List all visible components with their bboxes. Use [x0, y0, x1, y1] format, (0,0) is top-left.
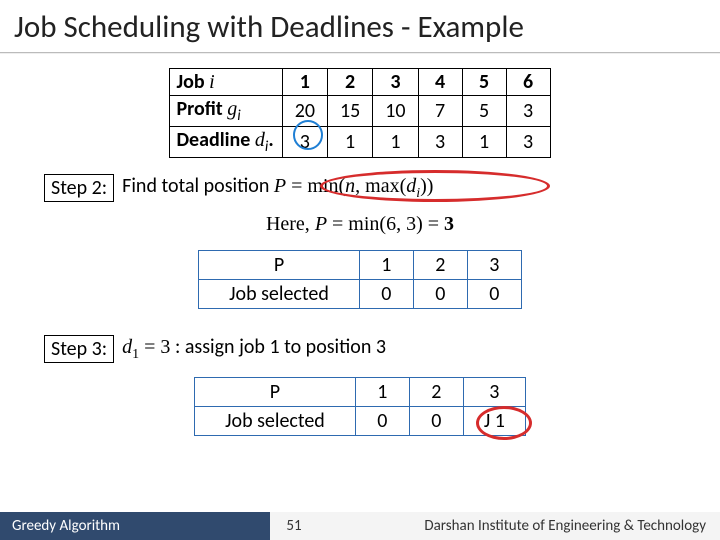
footer: Greedy Algorithm 51 Darshan Institute of… [0, 512, 720, 540]
job-col: 6 [506, 69, 550, 96]
slot-cell: 0 [467, 280, 521, 309]
footer-page-number: 51 [270, 512, 318, 540]
p-col: 1 [355, 378, 409, 407]
job-selected-label: Job selected [199, 280, 360, 309]
step-3-line: Step 3: d1 = 3 : assign job 1 to positio… [44, 335, 720, 363]
table-row: P 1 2 3 [195, 378, 526, 407]
highlight-oval-icon [320, 170, 550, 202]
slide-title: Job Scheduling with Deadlines - Example [0, 0, 720, 52]
profit-cell: 5 [462, 96, 506, 127]
table-row: P 1 2 3 [199, 251, 522, 280]
title-divider [0, 52, 720, 54]
step-3-label: Step 3: [44, 335, 114, 363]
jobs-table: Job i 1 2 3 4 5 6 Profit gi 20 15 10 7 5… [169, 68, 550, 158]
job-col: 4 [418, 69, 462, 96]
step-2-label: Step 2: [44, 174, 114, 202]
deadline-cell: 1 [327, 127, 372, 158]
jobs-table-wrap: Job i 1 2 3 4 5 6 Profit gi 20 15 10 7 5… [169, 68, 550, 158]
job-col: 5 [462, 69, 506, 96]
footer-section: Greedy Algorithm [0, 512, 270, 540]
row-label-job: Job i [170, 69, 282, 96]
row-label-profit: Profit gi [170, 96, 282, 127]
job-col: 3 [373, 69, 418, 96]
deadline-cell: 3 [418, 127, 462, 158]
job-selected-label: Job selected [195, 407, 356, 436]
step-2-line: Step 2: Find total position P = min(n, m… [44, 174, 720, 202]
table-row: Profit gi 20 15 10 7 5 3 [170, 96, 550, 127]
deadline-cell: 1 [462, 127, 506, 158]
table-row: Job selected 0 0 0 [199, 280, 522, 309]
row-label-deadline: Deadline di. [170, 127, 282, 158]
deadline-cell: 3 [506, 127, 550, 158]
job-col: 2 [327, 69, 372, 96]
p-col: 2 [413, 251, 467, 280]
p-col: 3 [467, 251, 521, 280]
position-table-after-wrap: P 1 2 3 Job selected 0 0 J 1 [194, 377, 526, 436]
position-table-before: P 1 2 3 Job selected 0 0 0 [198, 250, 522, 309]
p-col: 3 [463, 378, 525, 407]
step-3-text: d1 = 3 : assign job 1 to position 3 [122, 335, 386, 363]
slot-cell: 0 [409, 407, 463, 436]
footer-institute: Darshan Institute of Engineering & Techn… [318, 512, 720, 540]
job-col: 1 [282, 69, 327, 96]
slot-cell: 0 [413, 280, 467, 309]
profit-cell: 10 [373, 96, 418, 127]
table-row: Job i 1 2 3 4 5 6 [170, 69, 550, 96]
table-row: Deadline di. 3 1 1 3 1 3 [170, 127, 550, 158]
profit-cell: 3 [506, 96, 550, 127]
slot-cell: 0 [359, 280, 413, 309]
profit-cell: 15 [327, 96, 372, 127]
p-col: 2 [409, 378, 463, 407]
p-col: 1 [359, 251, 413, 280]
profit-cell: 7 [418, 96, 462, 127]
here-line: Here, P = min(6, 3) = 3 [0, 212, 720, 236]
deadline-cell: 1 [373, 127, 418, 158]
slot-cell: 0 [355, 407, 409, 436]
p-header: P [195, 378, 356, 407]
p-header: P [199, 251, 360, 280]
highlight-oval-icon [476, 406, 532, 440]
